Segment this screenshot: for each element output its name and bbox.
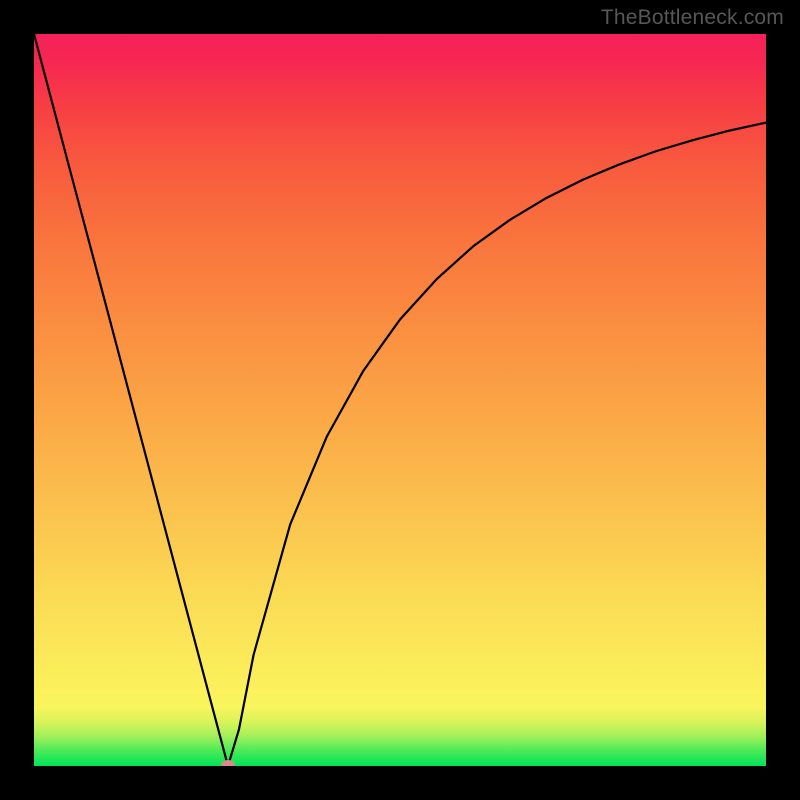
chart-frame: TheBottleneck.com bbox=[0, 0, 800, 800]
min-marker bbox=[221, 760, 235, 766]
watermark-text: TheBottleneck.com bbox=[601, 6, 784, 30]
plot-area bbox=[34, 34, 766, 766]
background-gradient bbox=[34, 34, 766, 766]
